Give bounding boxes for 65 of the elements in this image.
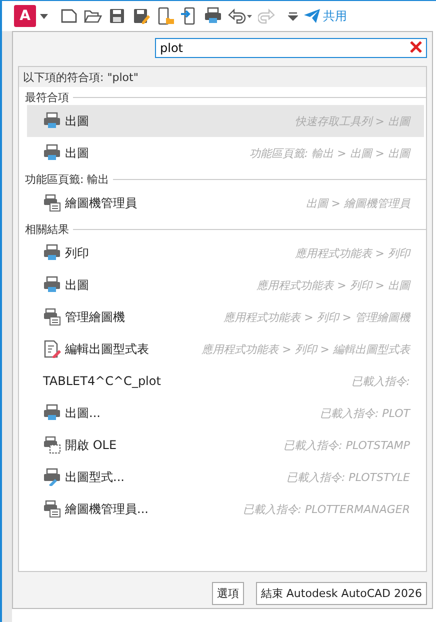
share-button[interactable]: 共用 xyxy=(304,8,347,24)
undo-icon[interactable] xyxy=(228,7,252,25)
paper-plane-icon xyxy=(304,9,320,23)
item-path: 應用程式功能表 > 列印 > 出圖 xyxy=(256,278,410,292)
document-pencil-icon xyxy=(43,340,61,358)
item-label: TABLET4^C^C_plot xyxy=(43,374,161,388)
printer-icon xyxy=(43,276,61,294)
item-path: 應用程式功能表 > 列印 > 編輯出圖型式表 xyxy=(202,342,410,356)
item-label: 開啟 OLE xyxy=(65,436,117,454)
printer-icon xyxy=(43,144,61,162)
printer-icon xyxy=(43,244,61,262)
exit-button[interactable]: 結束 Autodesk AutoCAD 2026 xyxy=(256,582,427,605)
result-item[interactable]: 開啟 OLE 已載入指令: PLOTSTAMP xyxy=(27,429,424,461)
result-item[interactable]: 編輯出圖型式表 應用程式功能表 > 列印 > 編輯出圖型式表 xyxy=(27,333,424,365)
result-item[interactable]: 列印 應用程式功能表 > 列印 xyxy=(27,237,424,269)
result-item[interactable]: 出圖型式... 已載入指令: PLOTSTYLE xyxy=(27,461,424,493)
result-item[interactable]: 出圖 快速存取工具列 > 出圖 xyxy=(27,105,424,137)
item-label: 出圖型式... xyxy=(65,468,124,486)
item-path: 已載入指令: PLOTSTAMP xyxy=(284,438,410,452)
section-title: 相關結果 xyxy=(25,222,69,236)
caret-icon[interactable] xyxy=(40,14,48,18)
item-path: 功能區頁籤: 輸出 > 出圖 > 出圖 xyxy=(249,146,410,160)
item-label: 出圖 xyxy=(65,112,89,130)
item-label: 編輯出圖型式表 xyxy=(65,340,149,358)
result-item[interactable]: 出圖... 已載入指令: PLOT xyxy=(27,397,424,429)
printer-icon xyxy=(43,112,61,130)
item-label: 出圖 xyxy=(65,276,89,294)
item-label: 繪圖機管理員 xyxy=(65,194,137,212)
item-label: 出圖 xyxy=(65,144,89,162)
printer-icon[interactable] xyxy=(204,7,222,25)
item-path: 快速存取工具列 > 出圖 xyxy=(294,114,410,128)
item-path: 已載入指令: xyxy=(351,374,410,388)
printer-stamp-icon xyxy=(43,436,61,454)
section-title: 功能區頁籤: 輸出 xyxy=(25,172,110,186)
item-path: 已載入指令: PLOTTERMANAGER xyxy=(242,502,410,516)
item-path: 應用程式功能表 > 列印 > 管理繪圖機 xyxy=(224,310,410,324)
item-path: 已載入指令: PLOTSTYLE xyxy=(286,470,410,484)
item-label: 列印 xyxy=(65,244,89,262)
phone-folder-icon[interactable] xyxy=(156,7,174,25)
item-path: 已載入指令: PLOT xyxy=(320,406,410,420)
app-logo[interactable]: A xyxy=(14,5,36,27)
item-path: 出圖 > 繪圖機管理員 xyxy=(306,196,410,210)
plotter-icon xyxy=(43,500,61,518)
save-icon[interactable] xyxy=(108,7,126,25)
item-label: 出圖... xyxy=(65,404,100,422)
search-field[interactable]: plot xyxy=(155,38,427,58)
result-item[interactable]: 出圖 應用程式功能表 > 列印 > 出圖 xyxy=(27,269,424,301)
options-button[interactable]: 選項 xyxy=(212,582,244,605)
plotter-icon xyxy=(43,194,61,212)
result-item[interactable]: 出圖 功能區頁籤: 輸出 > 出圖 > 出圖 xyxy=(27,137,424,169)
result-item[interactable]: 管理繪圖機 應用程式功能表 > 列印 > 管理繪圖機 xyxy=(27,301,424,333)
new-file-icon[interactable] xyxy=(60,7,78,25)
plotter-icon xyxy=(43,308,61,326)
item-path: 應用程式功能表 > 列印 xyxy=(294,246,410,260)
results-header: 以下項的符合項: "plot" xyxy=(19,67,426,87)
result-item[interactable]: 繪圖機管理員... 已載入指令: PLOTTERMANAGER xyxy=(27,493,424,525)
clear-icon[interactable] xyxy=(410,41,422,53)
result-item[interactable]: 繪圖機管理員 出圖 > 繪圖機管理員 xyxy=(27,187,424,219)
printer-pencil-icon xyxy=(43,468,61,486)
item-label: 繪圖機管理員... xyxy=(65,500,148,518)
result-item[interactable]: TABLET4^C^C_plot 已載入指令: xyxy=(27,365,424,397)
item-label: 管理繪圖機 xyxy=(65,308,125,326)
save-pencil-icon[interactable] xyxy=(132,7,150,25)
printer-icon xyxy=(43,404,61,422)
section-title: 最符合項 xyxy=(25,90,69,104)
